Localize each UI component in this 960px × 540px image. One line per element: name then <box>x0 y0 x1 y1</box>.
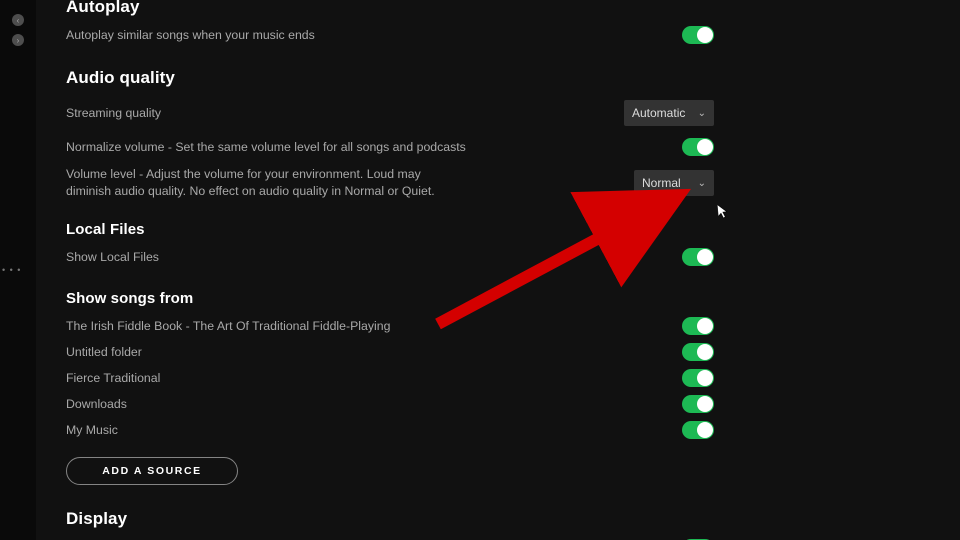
source-item-label: My Music <box>66 422 118 439</box>
sidebar-ellipsis: • • • <box>2 265 21 275</box>
show-local-files-label: Show Local Files <box>66 249 159 266</box>
volume-level-label: Volume level - Adjust the volume for you… <box>66 166 456 199</box>
source-toggle[interactable] <box>682 369 714 387</box>
section-audio-title: Audio quality <box>66 68 930 88</box>
source-toggle[interactable] <box>682 395 714 413</box>
source-toggle[interactable] <box>682 421 714 439</box>
source-item-label: Downloads <box>66 396 127 413</box>
add-source-button[interactable]: ADD A SOURCE <box>66 457 238 485</box>
source-item-label: Untitled folder <box>66 344 142 361</box>
autoplay-toggle[interactable] <box>682 26 714 44</box>
nav-forward-icon[interactable]: › <box>12 34 24 46</box>
normalize-volume-toggle[interactable] <box>682 138 714 156</box>
settings-panel: Autoplay Autoplay similar songs when you… <box>36 0 960 540</box>
show-local-files-toggle[interactable] <box>682 248 714 266</box>
streaming-quality-label: Streaming quality <box>66 105 161 122</box>
source-item-label: The Irish Fiddle Book - The Art Of Tradi… <box>66 318 390 335</box>
section-display-title: Display <box>66 509 930 529</box>
section-autoplay-title: Autoplay <box>66 0 930 17</box>
add-source-label: ADD A SOURCE <box>102 465 202 477</box>
normalize-volume-label: Normalize volume - Set the same volume l… <box>66 139 466 156</box>
chevron-down-icon: ⌄ <box>698 178 706 189</box>
nav-back-icon[interactable]: ‹ <box>12 14 24 26</box>
source-item-label: Fierce Traditional <box>66 370 160 387</box>
source-toggle[interactable] <box>682 317 714 335</box>
sidebar: ‹ › • • • <box>0 0 36 540</box>
source-toggle[interactable] <box>682 343 714 361</box>
autoplay-desc: Autoplay similar songs when your music e… <box>66 27 315 44</box>
streaming-quality-select[interactable]: Automatic ⌄ <box>624 100 714 126</box>
volume-level-value: Normal <box>642 176 681 190</box>
volume-level-select[interactable]: Normal ⌄ <box>634 170 714 196</box>
chevron-down-icon: ⌄ <box>698 108 706 119</box>
streaming-quality-value: Automatic <box>632 106 685 120</box>
section-local-title: Local Files <box>66 221 930 238</box>
section-songsfrom-title: Show songs from <box>66 290 930 307</box>
